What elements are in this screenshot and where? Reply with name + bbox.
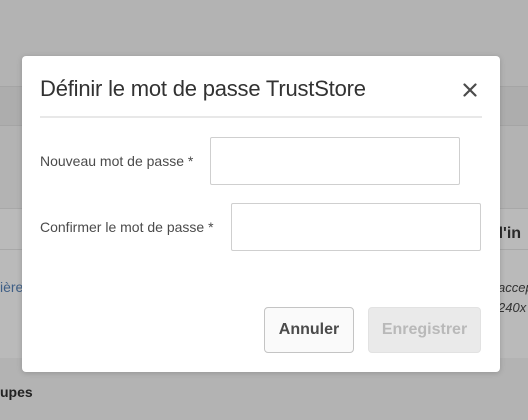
new-password-label: Nouveau mot de passe * bbox=[40, 153, 194, 169]
close-button[interactable] bbox=[458, 78, 482, 102]
background-link-text: ière bbox=[0, 279, 24, 295]
background-italic-text: accep bbox=[498, 280, 528, 295]
close-icon bbox=[463, 83, 477, 97]
confirm-password-label: Confirmer le mot de passe * bbox=[40, 219, 214, 235]
cancel-button[interactable]: Annuler bbox=[264, 307, 354, 353]
save-button[interactable]: Enregistrer bbox=[368, 307, 481, 353]
background-italic-text: 240x bbox=[498, 300, 527, 315]
background-section-title: upes bbox=[0, 384, 33, 400]
confirm-password-input[interactable] bbox=[231, 203, 481, 251]
truststore-password-dialog: Définir le mot de passe TrustStore Nouve… bbox=[22, 56, 500, 372]
header-divider bbox=[40, 116, 482, 118]
new-password-input[interactable] bbox=[210, 137, 460, 185]
dialog-title: Définir le mot de passe TrustStore bbox=[40, 76, 366, 101]
